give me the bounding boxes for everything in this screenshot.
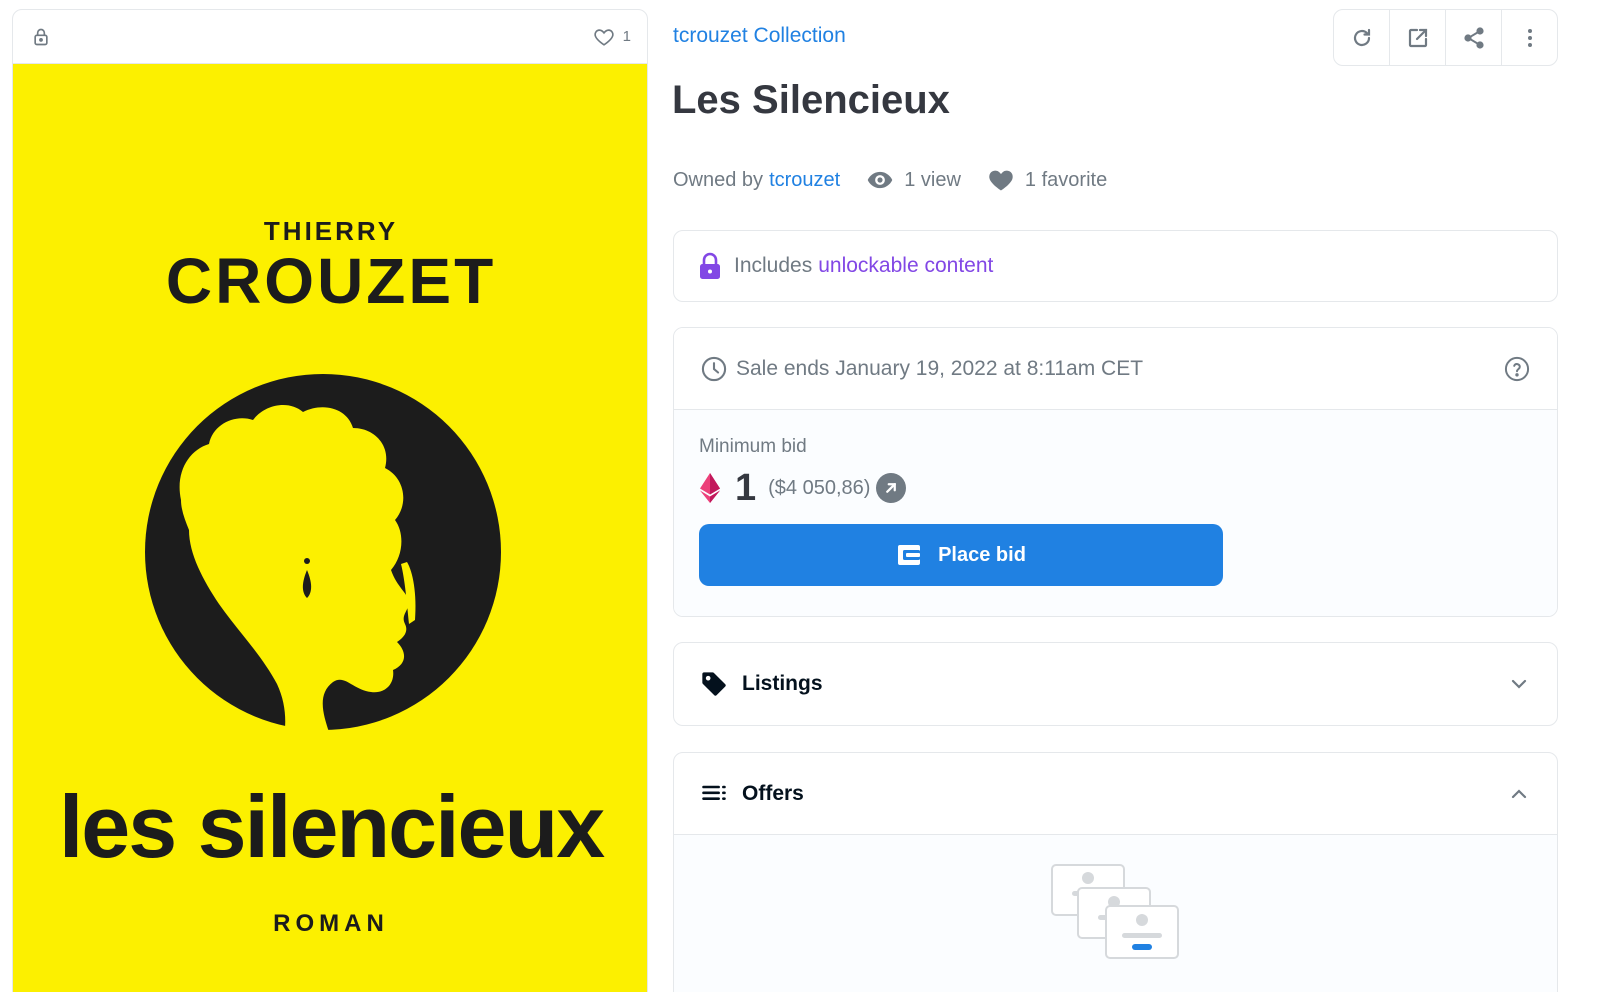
offers-empty-state xyxy=(674,835,1557,992)
unlockable-prefix: Includes xyxy=(734,254,813,277)
cover-genre: ROMAN xyxy=(273,910,389,937)
sale-end-time: Sale ends January 19, 2022 at 8:11am CET xyxy=(736,356,1144,380)
listings-header[interactable]: Listings xyxy=(674,643,1557,725)
price-amount: 1 xyxy=(735,466,757,509)
eye-icon xyxy=(867,171,893,189)
more-vertical-icon xyxy=(1527,28,1532,47)
sale-body: Minimum bid 1 ($4 050,86) Place bid xyxy=(674,410,1557,616)
place-bid-button[interactable]: Place bid xyxy=(699,524,1223,586)
lock-filled-icon xyxy=(700,252,720,279)
price-details-button[interactable] xyxy=(876,473,907,503)
open-external-button[interactable] xyxy=(1390,10,1446,65)
arrow-up-right-icon xyxy=(886,483,897,493)
collection-link[interactable]: tcrouzet Collection xyxy=(673,24,846,48)
clock-icon xyxy=(701,356,727,381)
chevron-down-icon xyxy=(1511,679,1527,689)
tag-icon xyxy=(702,672,726,696)
place-bid-label: Place bid xyxy=(938,543,1026,566)
refresh-icon xyxy=(1353,28,1370,46)
price-usd: ($4 050,86) xyxy=(768,476,871,499)
sale-panel: Sale ends January 19, 2022 at 8:11am CET… xyxy=(673,327,1558,617)
weth-icon xyxy=(700,473,720,503)
cover-author-last-name: CROUZET xyxy=(165,245,497,317)
empty-offers-illustration xyxy=(1051,864,1179,959)
lock-icon xyxy=(34,28,48,45)
listings-label: Listings xyxy=(742,672,823,695)
more-options-button[interactable] xyxy=(1502,10,1557,65)
favorites-count: 1 favorite xyxy=(1024,168,1108,191)
action-toolbar xyxy=(1333,9,1558,66)
wallet-icon xyxy=(898,545,921,565)
favorite-count: 1 xyxy=(622,28,631,45)
views-count: 1 view xyxy=(904,168,961,191)
share-icon xyxy=(1463,26,1484,49)
sale-header: Sale ends January 19, 2022 at 8:11am CET xyxy=(674,328,1557,410)
owner-link[interactable]: tcrouzet xyxy=(769,169,840,192)
help-icon[interactable] xyxy=(1503,355,1531,383)
offers-panel: Offers xyxy=(673,752,1558,992)
external-link-icon xyxy=(1408,28,1427,47)
unlockable-content-link[interactable]: unlockable content xyxy=(818,254,993,278)
minimum-bid-label: Minimum bid xyxy=(699,436,807,457)
media-header: 1 xyxy=(13,10,647,64)
heart-filled-icon xyxy=(989,170,1013,191)
owned-by-label: Owned by xyxy=(673,168,764,191)
item-title: Les Silencieux xyxy=(672,78,950,122)
cover-title: les silencieux xyxy=(58,777,605,876)
price-row: 1 ($4 050,86) xyxy=(699,466,1532,510)
offers-header[interactable]: Offers xyxy=(674,753,1557,835)
views-stat: 1 view xyxy=(866,166,961,194)
share-button[interactable] xyxy=(1446,10,1502,65)
favorites-stat[interactable]: 1 favorite xyxy=(987,166,1107,194)
unlockable-content-banner: Includes unlockable content xyxy=(673,230,1558,302)
chevron-up-icon xyxy=(1511,788,1527,798)
book-cover-image[interactable]: THIERRY CROUZET les silencieux ROMAN xyxy=(13,64,647,992)
listings-panel: Listings xyxy=(673,642,1558,726)
refresh-button[interactable] xyxy=(1334,10,1390,65)
media-card: 1 THIERRY CROUZET les silencieux ROMAN xyxy=(12,9,648,992)
offers-label: Offers xyxy=(742,781,804,805)
heart-outline-icon xyxy=(594,28,614,46)
favorite-button[interactable]: 1 xyxy=(593,26,631,48)
owner-row: Owned by tcrouzet 1 view 1 favorite xyxy=(673,166,1107,194)
cover-author-first-name: THIERRY xyxy=(263,216,399,246)
list-icon xyxy=(702,785,726,800)
